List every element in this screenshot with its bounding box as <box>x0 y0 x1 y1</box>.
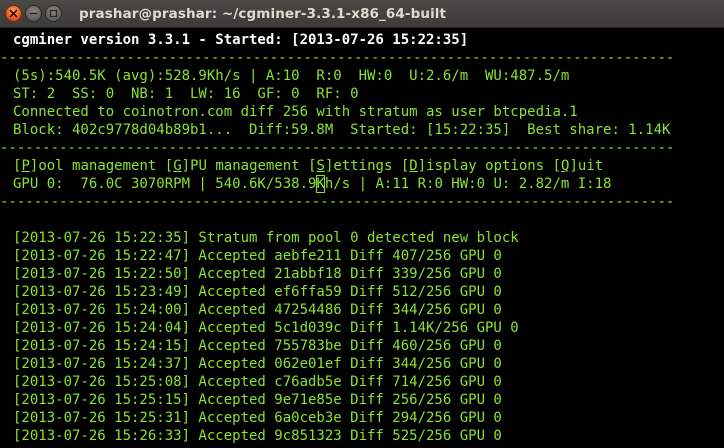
maximize-icon <box>49 9 58 18</box>
cgminer-header: cgminer version 3.3.1 - Started: [2013-0… <box>13 32 469 48</box>
title-bar[interactable]: prashar@prashar: ~/cgminer-3.3.1-x86_64-… <box>0 0 724 28</box>
menu-display-label[interactable]: isplay options <box>426 158 552 174</box>
log-line: [2013-07-26 15:24:04] Accepted 5c1d039c … <box>13 320 519 336</box>
minimize-button[interactable] <box>25 5 42 22</box>
separator-line: ----------------------------------------… <box>0 50 675 66</box>
connection-info: Connected to coinotron.com diff 256 with… <box>13 104 578 120</box>
separator-line: ----------------------------------------… <box>0 194 675 210</box>
window-controls <box>5 5 65 22</box>
log-line: [2013-07-26 15:24:37] Accepted 062e01ef … <box>13 356 502 372</box>
block-info: Block: 402c9778d04b89b1... Diff:59.8M St… <box>13 122 671 138</box>
menu-gpu-key[interactable]: G <box>173 158 181 174</box>
menu-quit-key[interactable]: Q <box>561 158 569 174</box>
log-line: [2013-07-26 15:22:35] Stratum from pool … <box>13 230 519 246</box>
text-cursor: K <box>316 175 325 193</box>
menu-display-key[interactable]: D <box>409 158 417 174</box>
log-line: [2013-07-26 15:25:08] Accepted c76adb5e … <box>13 374 502 390</box>
close-icon <box>9 9 18 18</box>
menu-pool-label[interactable]: ool management <box>38 158 164 174</box>
gpu-status-text: GPU 0: 76.0C 3070RPM | 540.6K/538.9 <box>13 176 317 192</box>
menu-pool-key[interactable]: P <box>21 158 29 174</box>
log-line: [2013-07-26 15:25:15] Accepted 9e71e85e … <box>13 392 502 408</box>
terminal-window: prashar@prashar: ~/cgminer-3.3.1-x86_64-… <box>0 0 724 448</box>
share-stats: ST: 2 SS: 0 NB: 1 LW: 16 GF: 0 RF: 0 <box>13 86 359 102</box>
log-line: [2013-07-26 15:26:33] Accepted 9c851323 … <box>13 428 502 444</box>
hashrate-stats: (5s):540.5K (avg):528.9Kh/s | A:10 R:0 H… <box>13 68 570 84</box>
menu-settings-label[interactable]: ettings <box>333 158 400 174</box>
menu-quit-label[interactable]: uit <box>578 158 603 174</box>
gpu-status-line: GPU 0: 76.0C 3070RPM | 540.6K/538.9Kh/s … <box>13 175 611 193</box>
terminal-output[interactable]: cgminer version 3.3.1 - Started: [2013-0… <box>0 28 724 448</box>
window-title: prashar@prashar: ~/cgminer-3.3.1-x86_64-… <box>79 5 447 22</box>
minimize-icon <box>29 12 38 15</box>
menu-bar: [P]ool management [G]PU management [S]et… <box>13 158 604 174</box>
log-line: [2013-07-26 15:22:47] Accepted aebfe211 … <box>13 248 502 264</box>
gpu-status-text-tail: h/s | A:11 R:0 HW:0 U: 2.82/m I:18 <box>324 176 612 192</box>
log-line: [2013-07-26 15:25:31] Accepted 6a0ceb3e … <box>13 410 502 426</box>
menu-gpu-label[interactable]: PU management <box>190 158 308 174</box>
log-line: [2013-07-26 15:23:49] Accepted ef6ffa59 … <box>13 284 502 300</box>
maximize-button[interactable] <box>45 5 62 22</box>
log-line: [2013-07-26 15:24:00] Accepted 47254486 … <box>13 302 502 318</box>
log-line: [2013-07-26 15:24:15] Accepted 755783be … <box>13 338 502 354</box>
menu-settings-key[interactable]: S <box>317 158 325 174</box>
separator-line: ----------------------------------------… <box>0 140 675 156</box>
close-button[interactable] <box>5 5 22 22</box>
log-line: [2013-07-26 15:22:50] Accepted 21abbf18 … <box>13 266 502 282</box>
